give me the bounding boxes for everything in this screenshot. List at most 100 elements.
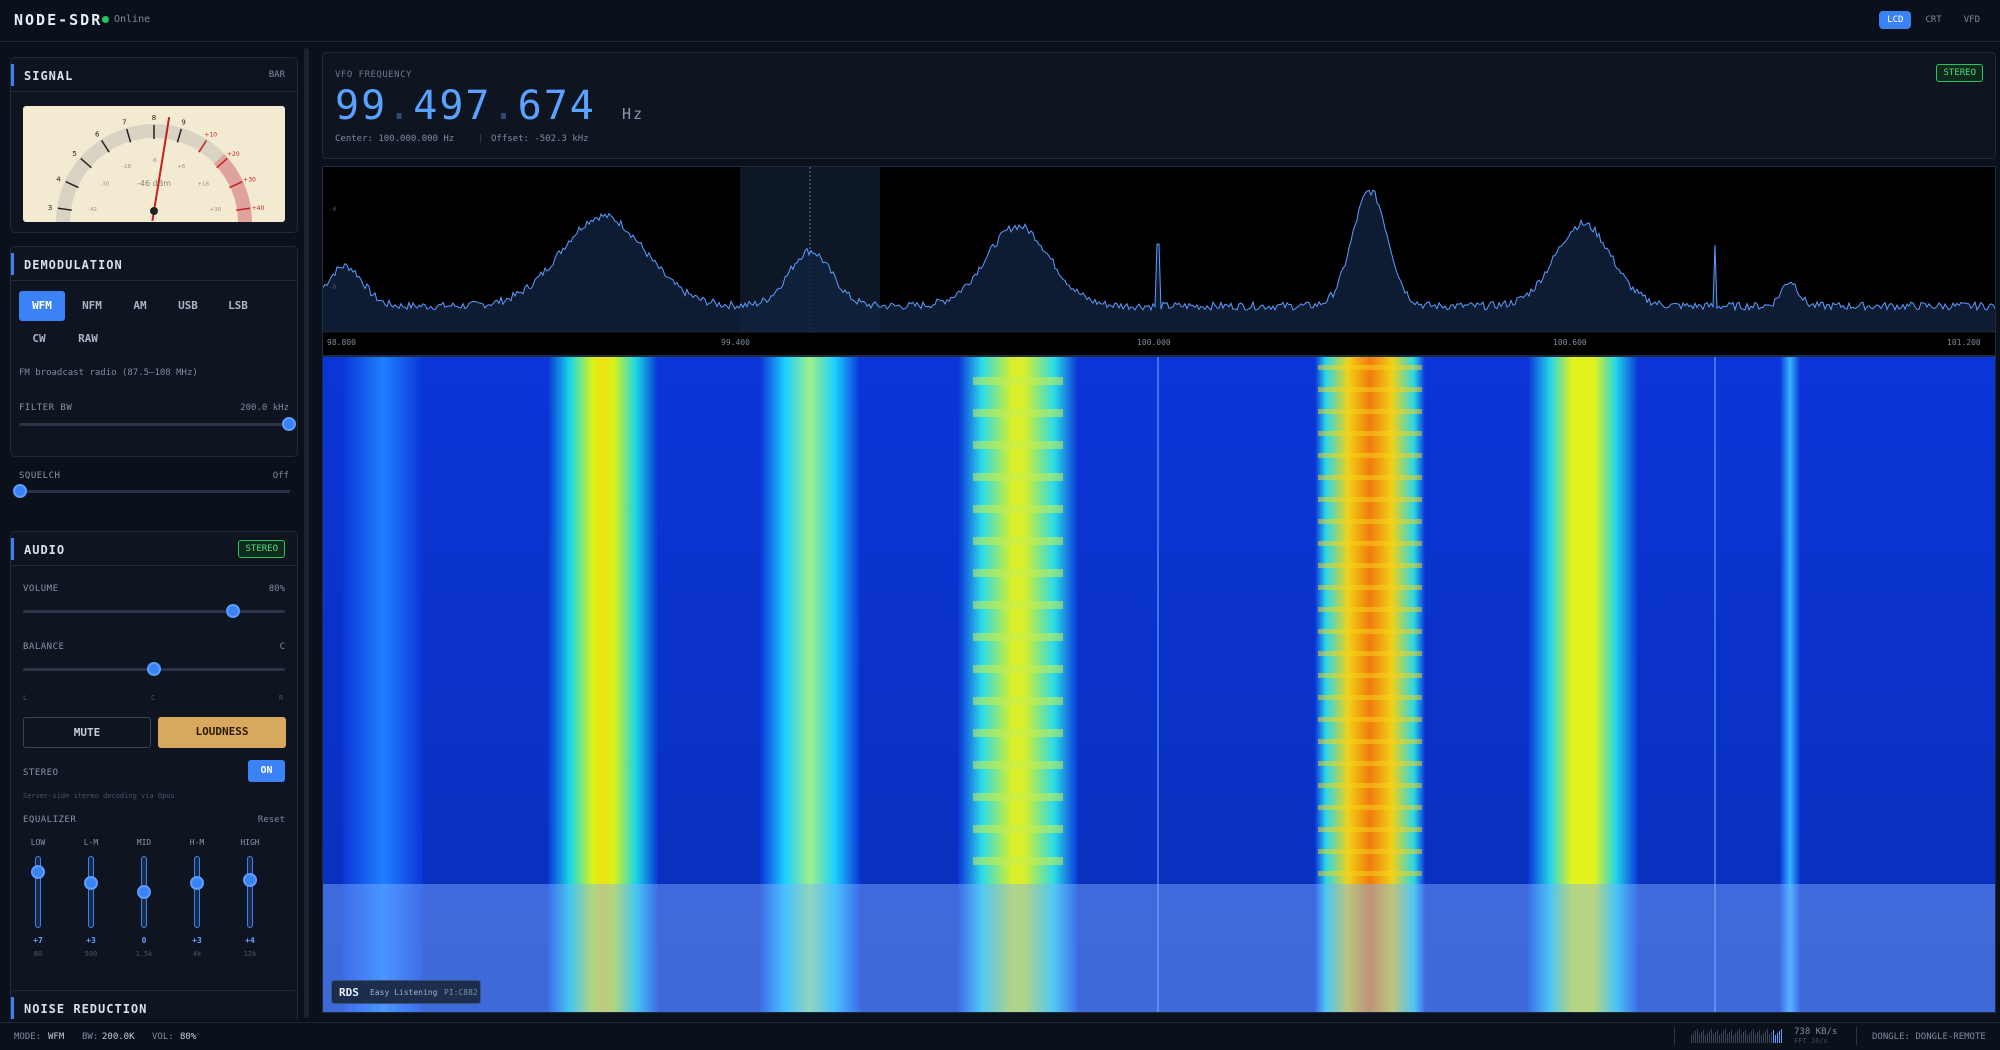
eq-band-knob[interactable] [190,876,204,891]
demod-wfm-button[interactable]: WFM [19,291,65,321]
stereo-note: Server-side stereo decoding via Opus [23,792,175,800]
throughput-bar [1715,1032,1716,1043]
throughput-bar [1693,1033,1694,1043]
mode-crt-button[interactable]: CRT [1917,11,1949,29]
throughput-bar [1723,1031,1724,1043]
spectrum-plot[interactable]: -0 -0 98.800 99.400 100.000 100.600 101.200 [322,166,1996,356]
volume-knob[interactable] [225,604,240,618]
spectrum-fill [323,190,1995,332]
spectrum-ylabel-1: -0 [329,206,337,213]
eq-band-mid[interactable]: MID 0 1.5k [129,838,159,968]
mode-lcd-button[interactable]: LCD [1879,11,1912,29]
throughput-bar [1751,1031,1752,1043]
mute-button[interactable]: MUTE [23,717,151,748]
waterfall-burst [973,473,1063,481]
eq-band-track[interactable] [88,856,94,928]
eq-band-knob[interactable] [137,885,151,899]
waterfall-burst [973,729,1063,737]
throughput-bar [1721,1033,1722,1043]
waterfall-burst [1318,541,1422,546]
throughput-bar [1729,1032,1730,1043]
demod-lsb-button[interactable]: LSB [215,291,261,321]
throughput-bar [1705,1035,1706,1043]
eq-band-freq: 4k [192,950,202,958]
freq-tick-label: 99.400 [721,338,750,347]
balance-knob[interactable] [147,662,161,676]
waterfall[interactable]: RDS Easy Listening PI:C882 [322,356,1996,1013]
eq-band-knob[interactable] [31,864,45,879]
vfo-frequency[interactable]: 99.497.674 Hz [335,83,644,129]
vfo-hz-digits: 674 [517,83,596,129]
stereo-toggle[interactable]: ON [248,760,285,782]
throughput-bar [1765,1031,1766,1043]
mode-vfd-button[interactable]: VFD [1956,11,1988,29]
filter-bw-slider[interactable] [19,423,289,426]
sidebar-scrollbar[interactable] [304,48,309,1018]
audio-title: AUDIO [24,543,66,557]
stereo-label: STEREO [23,768,59,778]
throughput-bar [1743,1032,1744,1043]
meter-db-label: +30 [210,207,222,213]
eq-band-track[interactable] [247,856,253,928]
eq-band-name: LOW [30,838,46,847]
waterfall-burst [973,505,1063,513]
throughput-bar [1747,1035,1748,1043]
eq-band-name: HIGH [240,838,260,847]
eq-band-h-m[interactable]: H-M +3 4k [182,838,212,968]
eq-band-knob[interactable] [84,876,98,891]
meter-tick-label: 3 [48,204,52,212]
demod-raw-button[interactable]: RAW [65,324,111,354]
waterfall-burst [973,569,1063,577]
throughput-bar [1697,1029,1698,1043]
demod-am-button[interactable]: AM [117,291,163,321]
meter-db-label: -42 [88,207,97,213]
throughput-bar [1767,1029,1768,1043]
demod-usb-button[interactable]: USB [165,291,211,321]
throughput-bar [1781,1029,1782,1043]
waterfall-burst [973,441,1063,449]
spectrum-svg [323,167,1995,333]
balance-label: BALANCE [23,642,65,652]
eq-band-name: MID [136,838,152,847]
meter-tick-label: 4 [56,175,61,183]
meter-db-label: -18 [122,164,131,170]
demod-cw-button[interactable]: CW [19,324,59,354]
throughput-bar [1713,1034,1714,1043]
demod-nfm-button[interactable]: NFM [69,291,115,321]
filter-bw-knob[interactable] [282,417,296,431]
eq-band-high[interactable]: HIGH +4 12k [235,838,265,968]
top-bar: NODE-SDR Online LCD CRT VFD [0,0,2000,42]
waterfall-burst [973,409,1063,417]
throughput-bar [1753,1029,1754,1043]
eq-band-track[interactable] [194,856,200,928]
status-mode: WFM [48,1032,65,1042]
noise-reduction-panel: NOISE REDUCTION [10,990,298,1020]
throughput-bar [1775,1035,1776,1043]
meter-db-label: +6 [177,164,186,170]
waterfall-burst [1318,453,1422,458]
throughput-bar [1763,1033,1764,1043]
display-mode-switch: LCD CRT VFD [1879,11,1988,29]
squelch-knob[interactable] [13,484,27,498]
waterfall-burst [1318,805,1422,810]
volume-slider[interactable] [23,610,285,613]
eq-band-knob[interactable] [243,873,257,888]
vfo-mhz-digits: 99 [335,83,388,129]
waterfall-burst [973,793,1063,801]
vfo-panel: VFO FREQUENCY 99.497.674 Hz Center: 100.… [322,52,1996,159]
meter-db-label: -6 [151,158,157,164]
eq-reset-button[interactable]: Reset [258,815,285,825]
waterfall-burst [1318,629,1422,634]
eq-band-l-m[interactable]: L-M +3 500 [76,838,106,968]
status-divider-2 [1856,1027,1857,1045]
balance-tick-l: L [23,694,28,702]
squelch-slider[interactable] [20,490,290,493]
meter-mode-toggle[interactable]: BAR [269,70,285,80]
audio-panel: AUDIO STEREO VOLUME 80% BALANCE C L C R … [10,531,298,1020]
waterfall-burst [1318,717,1422,722]
waterfall-burst [973,537,1063,545]
throughput-bar [1741,1034,1742,1043]
eq-band-gain: +3 [86,936,96,945]
loudness-button[interactable]: LOUDNESS [158,717,286,748]
eq-band-low[interactable]: LOW +7 80 [23,838,53,968]
